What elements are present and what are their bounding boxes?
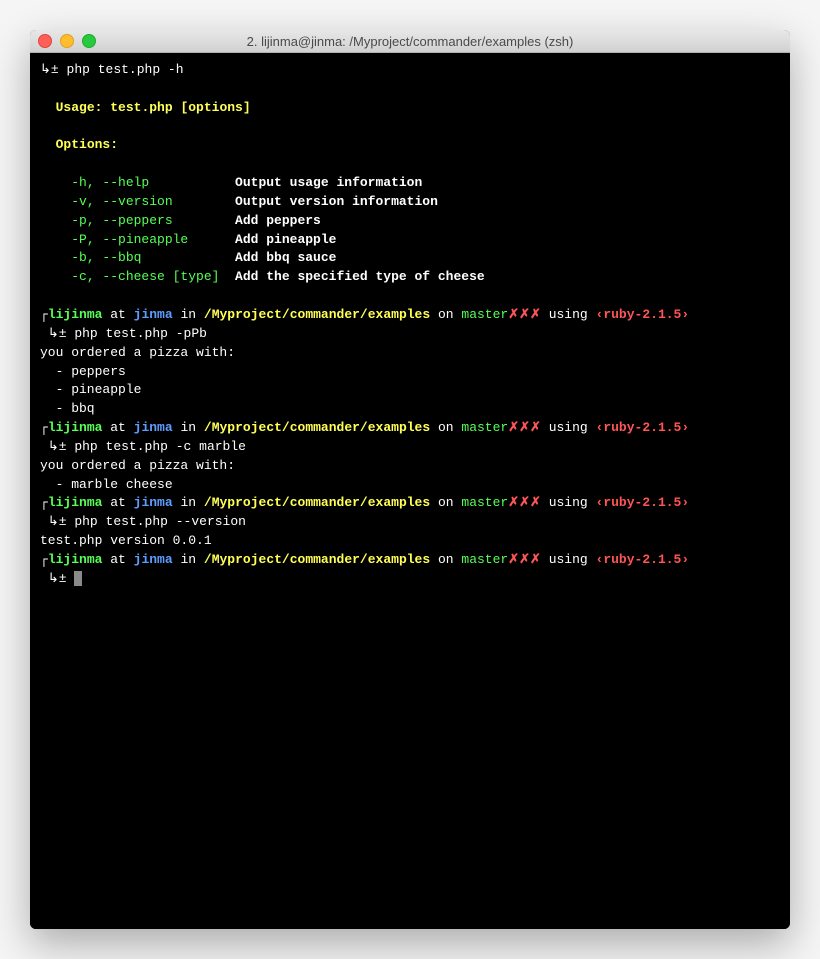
prompt-branch: master bbox=[461, 420, 508, 435]
prompt-host: jinma bbox=[134, 420, 173, 435]
prompt-symbol: ↳± bbox=[48, 439, 67, 454]
prompt-user: lijinma bbox=[48, 552, 103, 567]
command-line: php test.php -c marble bbox=[74, 439, 246, 454]
zoom-icon[interactable] bbox=[82, 34, 96, 48]
prompt-on: on bbox=[438, 495, 454, 510]
prompt-symbol: ↳± bbox=[40, 62, 59, 77]
prompt-at: at bbox=[110, 307, 126, 322]
output-item: - peppers bbox=[40, 364, 126, 379]
dirty-icon: ✗✗✗ bbox=[508, 552, 541, 567]
prompt-host: jinma bbox=[134, 552, 173, 567]
option-desc: Add the specified type of cheese bbox=[235, 269, 485, 284]
prompt-branch: master bbox=[461, 552, 508, 567]
prompt-in: in bbox=[180, 495, 196, 510]
prompt-at: at bbox=[110, 495, 126, 510]
terminal-window: 2. lijinma@jinma: /Myproject/commander/e… bbox=[30, 30, 790, 929]
prompt-user: lijinma bbox=[48, 420, 103, 435]
prompt-path: /Myproject/commander/examples bbox=[204, 495, 430, 510]
prompt-on: on bbox=[438, 552, 454, 567]
output-line: you ordered a pizza with: bbox=[40, 345, 235, 360]
command-line: php test.php -pPb bbox=[74, 326, 207, 341]
output-list: - marble cheese bbox=[40, 477, 173, 492]
usage-label: Usage: bbox=[56, 100, 103, 115]
shell-prompt: ┌lijinma at jinma in /Myproject/commande… bbox=[40, 495, 689, 510]
option-flag: -p, --peppers bbox=[71, 213, 235, 228]
prompt-using: using bbox=[549, 495, 588, 510]
terminal-body[interactable]: ↳± php test.php -h Usage: test.php [opti… bbox=[30, 53, 790, 929]
cursor-icon bbox=[74, 571, 82, 586]
prompt-on: on bbox=[438, 307, 454, 322]
dirty-icon: ✗✗✗ bbox=[508, 495, 541, 510]
prompt-using: using bbox=[549, 552, 588, 567]
prompt-symbol: ↳± bbox=[48, 571, 67, 586]
prompt-user: lijinma bbox=[48, 495, 103, 510]
option-flag: -b, --bbq bbox=[71, 250, 235, 265]
prompt-using: using bbox=[549, 307, 588, 322]
prompt-host: jinma bbox=[134, 495, 173, 510]
minimize-icon[interactable] bbox=[60, 34, 74, 48]
prompt-in: in bbox=[180, 307, 196, 322]
option-desc: Add pineapple bbox=[235, 232, 336, 247]
option-desc: Output version information bbox=[235, 194, 438, 209]
prompt-at: at bbox=[110, 420, 126, 435]
output-line: you ordered a pizza with: bbox=[40, 458, 235, 473]
option-desc: Add peppers bbox=[235, 213, 321, 228]
dirty-icon: ✗✗✗ bbox=[508, 420, 541, 435]
output-item: - marble cheese bbox=[40, 477, 173, 492]
prompt-ruby: ‹ruby-2.1.5› bbox=[596, 307, 690, 322]
output-item: - pineapple bbox=[40, 382, 141, 397]
option-desc: Output usage information bbox=[235, 175, 422, 190]
shell-prompt: ┌lijinma at jinma in /Myproject/commande… bbox=[40, 552, 689, 567]
dirty-icon: ✗✗✗ bbox=[508, 307, 541, 322]
prompt-symbol: ↳± bbox=[48, 326, 67, 341]
prompt-host: jinma bbox=[134, 307, 173, 322]
prompt-symbol: ↳± bbox=[48, 514, 67, 529]
option-flag: -v, --version bbox=[71, 194, 235, 209]
traffic-lights bbox=[38, 34, 96, 48]
prompt-user: lijinma bbox=[48, 307, 103, 322]
option-flag: -c, --cheese [type] bbox=[71, 269, 235, 284]
shell-prompt: ┌lijinma at jinma in /Myproject/commande… bbox=[40, 307, 689, 322]
option-flag: -h, --help bbox=[71, 175, 235, 190]
output-line: test.php version 0.0.1 bbox=[40, 533, 212, 548]
prompt-in: in bbox=[180, 420, 196, 435]
titlebar[interactable]: 2. lijinma@jinma: /Myproject/commander/e… bbox=[30, 30, 790, 53]
option-desc: Add bbq sauce bbox=[235, 250, 336, 265]
window-title: 2. lijinma@jinma: /Myproject/commander/e… bbox=[30, 34, 790, 49]
prompt-ruby: ‹ruby-2.1.5› bbox=[596, 495, 690, 510]
option-flag: -P, --pineapple bbox=[71, 232, 235, 247]
shell-prompt: ┌lijinma at jinma in /Myproject/commande… bbox=[40, 420, 689, 435]
usage-value: test.php [options] bbox=[110, 100, 250, 115]
prompt-using: using bbox=[549, 420, 588, 435]
prompt-ruby: ‹ruby-2.1.5› bbox=[596, 552, 690, 567]
prompt-path: /Myproject/commander/examples bbox=[204, 307, 430, 322]
prompt-in: in bbox=[180, 552, 196, 567]
prompt-at: at bbox=[110, 552, 126, 567]
prompt-path: /Myproject/commander/examples bbox=[204, 420, 430, 435]
options-label: Options: bbox=[56, 137, 118, 152]
output-list: - peppers - pineapple - bbq bbox=[40, 364, 141, 417]
prompt-on: on bbox=[438, 420, 454, 435]
prompt-path: /Myproject/commander/examples bbox=[204, 552, 430, 567]
prompt-ruby: ‹ruby-2.1.5› bbox=[596, 420, 690, 435]
options-list: -h, --help Output usage information -v, … bbox=[40, 175, 485, 284]
command-line: php test.php -h bbox=[67, 62, 184, 77]
prompt-branch: master bbox=[461, 495, 508, 510]
command-line: php test.php --version bbox=[74, 514, 246, 529]
output-item: - bbq bbox=[40, 401, 95, 416]
close-icon[interactable] bbox=[38, 34, 52, 48]
prompt-branch: master bbox=[461, 307, 508, 322]
